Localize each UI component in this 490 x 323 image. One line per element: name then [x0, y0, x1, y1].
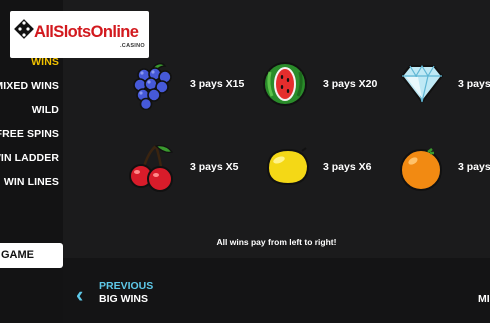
logo-text: AllSlotsOnline — [34, 23, 139, 41]
menu-item-win-lines[interactable]: WIN LINES — [4, 176, 59, 188]
game-button[interactable]: GAME — [0, 243, 63, 268]
menu-item-free-spins[interactable]: FREE SPINS — [0, 128, 59, 140]
menu-item-mixed-wins[interactable]: MIXED WINS — [0, 80, 59, 92]
pay-text-orange: 3 pays — [458, 161, 490, 173]
pay-text-watermelon: 3 pays X20 — [323, 78, 378, 90]
next-page-title[interactable]: MI — [478, 293, 490, 305]
pay-text-lemon: 3 pays X6 — [323, 161, 372, 173]
previous-page-title[interactable]: BIG WINS — [99, 293, 148, 305]
logo-subtext: .CASINO — [119, 43, 145, 49]
previous-label[interactable]: PREVIOUS — [99, 280, 153, 292]
orange-icon — [398, 145, 446, 198]
chevron-left-icon[interactable]: ‹ — [76, 284, 83, 306]
casino-logo: AllSlotsOnline .CASINO — [10, 11, 149, 58]
cherries-icon — [126, 142, 178, 199]
menu-item-win-ladder[interactable]: WIN LADDER — [0, 152, 59, 164]
dice-icon — [14, 19, 34, 39]
diamond-icon — [398, 62, 446, 111]
pay-text-grapes: 3 pays X15 — [190, 78, 245, 90]
pay-text-cherries: 3 pays X5 — [190, 161, 239, 173]
watermelon-icon — [260, 60, 310, 113]
grapes-icon — [127, 60, 177, 115]
paytable-note: All wins pay from left to right! — [216, 237, 337, 247]
pay-text-diamond: 3 pays — [458, 78, 490, 90]
lemon-icon — [262, 146, 312, 193]
menu-item-wild[interactable]: WILD — [32, 104, 59, 116]
